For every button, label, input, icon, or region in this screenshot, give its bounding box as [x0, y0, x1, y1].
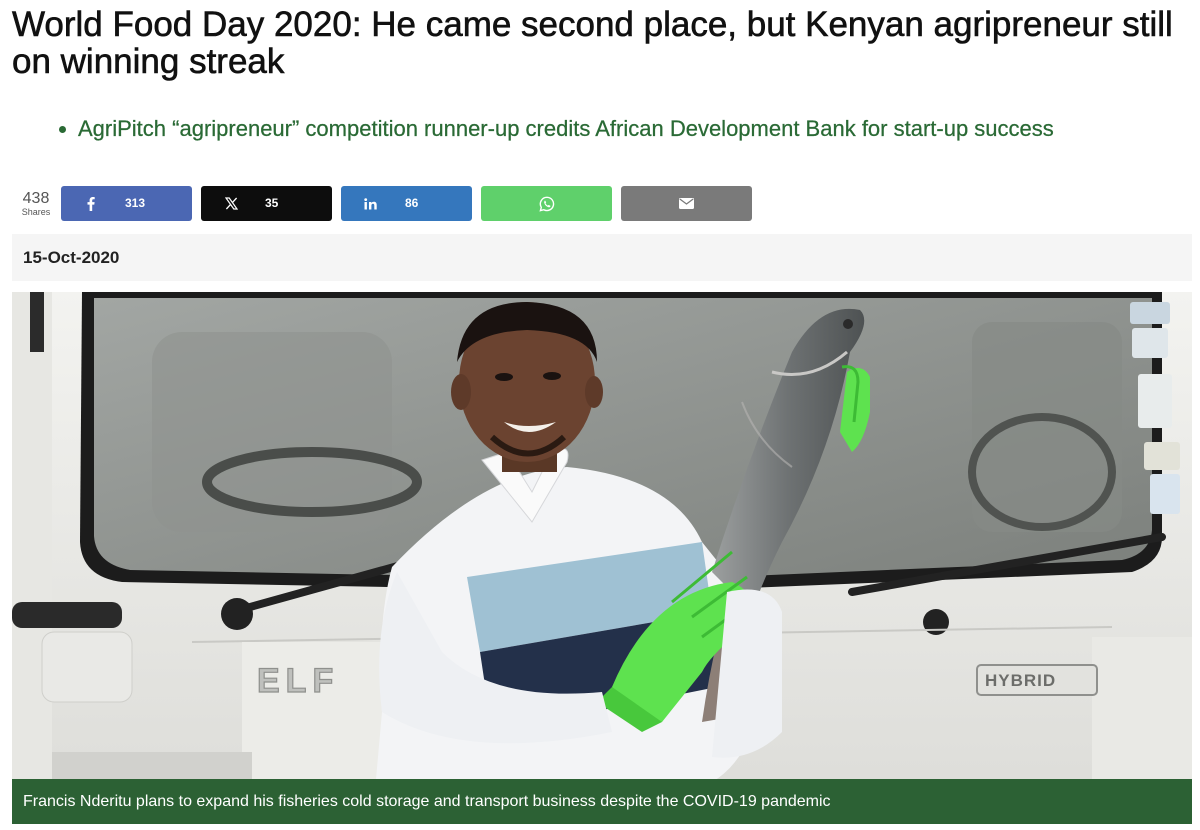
x-share-button[interactable]: 35: [201, 186, 332, 221]
facebook-share-count: 313: [125, 196, 146, 210]
x-share-count: 35: [265, 196, 279, 210]
email-icon: [621, 186, 752, 221]
summary-item: AgriPitch “agripreneur” competition runn…: [56, 115, 1176, 143]
share-total-count: 438: [22, 190, 50, 207]
linkedin-icon: [361, 186, 381, 221]
whatsapp-share-button[interactable]: [481, 186, 612, 221]
share-total: 438 Shares: [12, 190, 60, 218]
share-total-label: Shares: [21, 207, 51, 217]
whatsapp-icon: [481, 186, 612, 221]
truck-hybrid-badge: HYBRID: [985, 671, 1056, 690]
linkedin-share-button[interactable]: 86: [341, 186, 472, 221]
linkedin-share-count: 86: [405, 196, 419, 210]
facebook-icon: [81, 186, 101, 221]
truck-elf-badge: ELF: [257, 662, 339, 700]
article-summary-list: AgriPitch “agripreneur” competition runn…: [56, 115, 1176, 143]
x-icon: [221, 186, 241, 221]
email-share-button[interactable]: [621, 186, 752, 221]
facebook-share-button[interactable]: 313: [61, 186, 192, 221]
publish-date: 15-Oct-2020: [12, 234, 1192, 281]
article-headline: World Food Day 2020: He came second plac…: [12, 5, 1173, 81]
share-bar: 438 Shares 313 35 86: [12, 186, 772, 221]
article-photo: ELF HYBRID: [12, 292, 1192, 824]
photo-caption: Francis Nderitu plans to expand his fish…: [12, 779, 1192, 824]
